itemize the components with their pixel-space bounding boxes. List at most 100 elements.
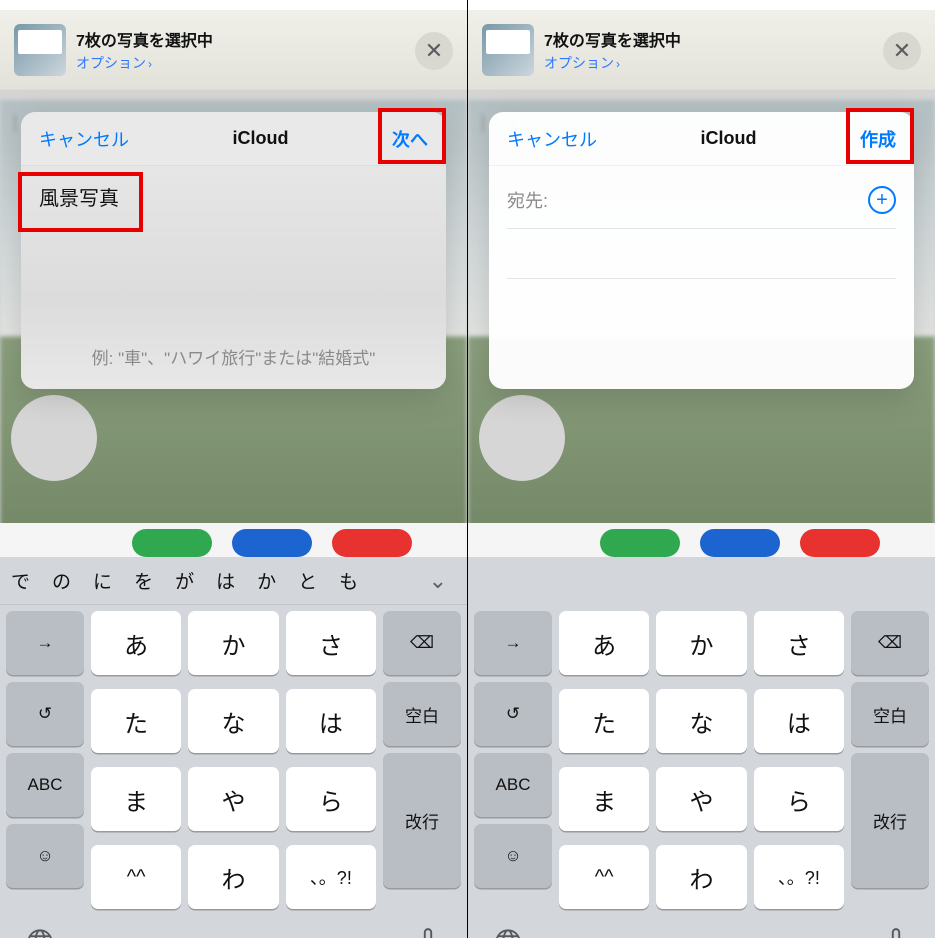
backspace-icon: ⌫ [878, 633, 902, 653]
suggestion-bar: で の に を が は か と も ⌄ [0, 557, 467, 605]
add-recipient-button[interactable]: + [868, 186, 896, 214]
key-face[interactable]: ^^ [91, 845, 181, 909]
key-emoji[interactable]: ☺ [474, 824, 552, 888]
key-ta[interactable]: た [559, 689, 649, 753]
keyboard: で の に を が は か と も ⌄ → ↺ ABC ☺ あ [0, 557, 467, 938]
share-app-1[interactable] [132, 529, 212, 557]
emoji-icon: ☺ [504, 846, 521, 866]
key-punct[interactable]: 、。?! [286, 845, 376, 909]
album-name-input[interactable]: 風景写真 [39, 182, 428, 211]
status-strip [468, 0, 935, 10]
key-ka[interactable]: か [188, 611, 278, 675]
key-ma[interactable]: ま [91, 767, 181, 831]
share-app-3[interactable] [332, 529, 412, 557]
contact-bubble[interactable] [11, 395, 97, 481]
close-icon: ✕ [425, 38, 443, 64]
key-undo[interactable]: ↺ [474, 682, 552, 746]
backspace-icon: ⌫ [410, 633, 434, 653]
share-app-1[interactable] [600, 529, 680, 557]
globe-icon[interactable] [26, 928, 54, 938]
screen-left: 7枚の写真を選択中 オプション› ✕ キャンセル iCloud 次へ 風景写真 … [0, 0, 467, 938]
mic-icon[interactable] [883, 927, 909, 938]
keyboard-bottom-bar [468, 916, 935, 938]
key-return[interactable]: 改行 [851, 753, 929, 888]
key-a[interactable]: あ [91, 611, 181, 675]
next-button[interactable]: 次へ [374, 126, 446, 152]
key-emoji[interactable]: ☺ [6, 824, 84, 888]
suggestion[interactable]: を [123, 567, 164, 594]
key-backspace[interactable]: ⌫ [851, 611, 929, 675]
share-header: 7枚の写真を選択中 オプション› ✕ [0, 10, 467, 90]
key-space[interactable]: 空白 [851, 682, 929, 746]
recipient-row[interactable]: 宛先: + [507, 182, 896, 229]
close-button[interactable]: ✕ [883, 32, 921, 70]
key-backspace[interactable]: ⌫ [383, 611, 461, 675]
key-undo[interactable]: ↺ [6, 682, 84, 746]
close-icon: ✕ [893, 38, 911, 64]
suggestion[interactable]: は [205, 567, 246, 594]
key-ya[interactable]: や [656, 767, 746, 831]
undo-icon: ↺ [506, 704, 520, 724]
key-face[interactable]: ^^ [559, 845, 649, 909]
modal-title: iCloud [147, 128, 374, 149]
contact-bubble[interactable] [479, 395, 565, 481]
globe-icon[interactable] [494, 928, 522, 938]
options-link[interactable]: オプション› [76, 53, 213, 73]
close-button[interactable]: ✕ [415, 32, 453, 70]
suggestion[interactable]: の [41, 567, 82, 594]
icloud-modal: キャンセル iCloud 次へ 風景写真 例: "車"、"ハワイ旅行"または"結… [21, 112, 446, 389]
recipient-label: 宛先: [507, 187, 548, 213]
key-a[interactable]: あ [559, 611, 649, 675]
cancel-button[interactable]: キャンセル [489, 126, 615, 152]
key-sa[interactable]: さ [286, 611, 376, 675]
undo-icon: ↺ [38, 704, 52, 724]
cancel-button[interactable]: キャンセル [21, 126, 147, 152]
suggestion[interactable]: が [164, 567, 205, 594]
key-na[interactable]: な [188, 689, 278, 753]
selection-thumbnail [482, 24, 534, 76]
suggestion[interactable]: と [287, 567, 328, 594]
key-return[interactable]: 改行 [383, 753, 461, 888]
key-punct[interactable]: 、。?! [754, 845, 844, 909]
key-next-candidate[interactable]: → [474, 611, 552, 675]
example-hint: 例: "車"、"ハワイ旅行"または"結婚式" [21, 344, 446, 369]
mic-icon[interactable] [415, 927, 441, 938]
suggestion[interactable]: も [328, 567, 369, 594]
share-app-3[interactable] [800, 529, 880, 557]
key-abc[interactable]: ABC [6, 753, 84, 817]
key-sa[interactable]: さ [754, 611, 844, 675]
key-next-candidate[interactable]: → [6, 611, 84, 675]
key-ka[interactable]: か [656, 611, 746, 675]
key-wa[interactable]: わ [656, 845, 746, 909]
keyboard-bottom-bar [0, 916, 467, 938]
share-app-2[interactable] [700, 529, 780, 557]
chevron-right-icon: › [616, 57, 620, 71]
modal-header: キャンセル iCloud 次へ [21, 112, 446, 166]
key-space[interactable]: 空白 [383, 682, 461, 746]
collapse-suggestions-icon[interactable]: ⌄ [417, 568, 459, 594]
selection-thumbnail [14, 24, 66, 76]
key-ha[interactable]: は [754, 689, 844, 753]
suggestion[interactable]: に [82, 567, 123, 594]
key-na[interactable]: な [656, 689, 746, 753]
suggestion[interactable]: か [246, 567, 287, 594]
modal-header: キャンセル iCloud 作成 [489, 112, 914, 166]
key-ta[interactable]: た [91, 689, 181, 753]
options-link[interactable]: オプション› [544, 53, 681, 73]
key-ra[interactable]: ら [286, 767, 376, 831]
key-ma[interactable]: ま [559, 767, 649, 831]
key-abc[interactable]: ABC [474, 753, 552, 817]
app-row [0, 523, 467, 557]
suggestion[interactable]: で [0, 567, 41, 594]
chevron-right-icon: › [148, 57, 152, 71]
key-ha[interactable]: は [286, 689, 376, 753]
plus-icon: + [876, 190, 888, 210]
key-ya[interactable]: や [188, 767, 278, 831]
key-ra[interactable]: ら [754, 767, 844, 831]
create-button[interactable]: 作成 [842, 126, 914, 152]
emoji-icon: ☺ [36, 846, 53, 866]
modal-title: iCloud [615, 128, 842, 149]
share-app-2[interactable] [232, 529, 312, 557]
key-wa[interactable]: わ [188, 845, 278, 909]
selection-title: 7枚の写真を選択中 [76, 27, 213, 51]
